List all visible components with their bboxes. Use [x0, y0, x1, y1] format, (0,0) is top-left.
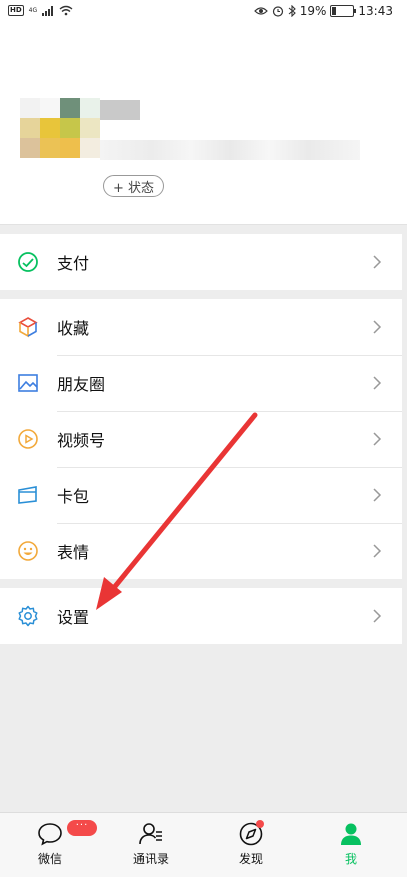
clock: 13:43 [358, 4, 393, 18]
menu-label-cards: 卡包 [57, 487, 90, 506]
signal-icon [42, 5, 54, 16]
tab-me[interactable]: 我 [311, 813, 391, 877]
chevron-right-icon [373, 320, 382, 334]
menu-group-main: 收藏 朋友圈 视频号 卡包 表情 [0, 299, 402, 579]
bluetooth-icon [288, 5, 296, 17]
hd-indicator: HD [8, 5, 24, 16]
chevron-right-icon [373, 255, 382, 269]
favorites-cube-icon [18, 317, 38, 338]
alarm-icon [272, 6, 283, 17]
settings-gear-icon [18, 605, 38, 627]
discover-notification-dot [256, 820, 264, 828]
tab-label-me: 我 [344, 852, 357, 866]
chevron-right-icon [373, 488, 382, 502]
bottom-tab-bar: 微信 ··· 通讯录 发现 我 [0, 812, 407, 877]
add-status-button[interactable]: + 状态 [103, 175, 165, 197]
tab-discover[interactable]: 发现 [211, 813, 291, 877]
menu-label-favorites: 收藏 [57, 319, 90, 338]
status-bar: HD 4G 19% 13:43 [0, 0, 407, 24]
chevron-right-icon [373, 432, 382, 446]
menu-item-cards[interactable]: 卡包 [0, 467, 402, 523]
eye-icon [253, 7, 268, 15]
card-wallet-icon [18, 486, 37, 504]
menu-item-stickers[interactable]: 表情 [0, 523, 402, 579]
wechat-id-obscured [100, 140, 360, 160]
menu-label-stickers: 表情 [57, 543, 90, 562]
nickname-obscured [100, 100, 140, 120]
menu-group-settings: 设置 [0, 588, 402, 644]
channels-play-icon [18, 429, 38, 449]
pay-icon [18, 252, 38, 272]
tab-label-discover: 发现 [238, 852, 263, 866]
wifi-icon [59, 5, 73, 16]
menu-item-channels[interactable]: 视频号 [0, 411, 402, 467]
avatar[interactable] [20, 98, 100, 158]
unread-badge: ··· [67, 820, 97, 836]
profile-header[interactable]: + 状态 [0, 24, 407, 225]
menu-item-settings[interactable]: 设置 [0, 588, 402, 644]
tab-label-chats: 微信 [37, 852, 62, 866]
tab-contacts[interactable]: 通讯录 [111, 813, 191, 877]
sticker-smile-icon [18, 541, 38, 561]
chevron-right-icon [373, 609, 382, 623]
menu-item-moments[interactable]: 朋友圈 [0, 355, 402, 411]
menu-label-moments: 朋友圈 [57, 375, 106, 394]
network-type: 4G [28, 6, 38, 14]
me-person-icon [341, 823, 361, 845]
menu-item-favorites[interactable]: 收藏 [0, 299, 402, 355]
contacts-person-icon [139, 823, 162, 845]
chat-bubble-icon [38, 823, 62, 846]
menu-label-settings: 设置 [57, 608, 90, 627]
moments-photo-icon [18, 374, 38, 392]
battery-icon [330, 5, 357, 17]
tab-label-contacts: 通讯录 [132, 852, 169, 866]
tab-chats[interactable]: 微信 ··· [10, 813, 97, 877]
menu-label-pay: 支付 [57, 254, 90, 273]
menu-item-pay[interactable]: 支付 [0, 234, 402, 290]
chevron-right-icon [373, 376, 382, 390]
chevron-right-icon [373, 544, 382, 558]
menu-label-channels: 视频号 [57, 431, 106, 450]
battery-percent: 19% [299, 4, 327, 18]
menu-group-pay: 支付 [0, 234, 402, 290]
